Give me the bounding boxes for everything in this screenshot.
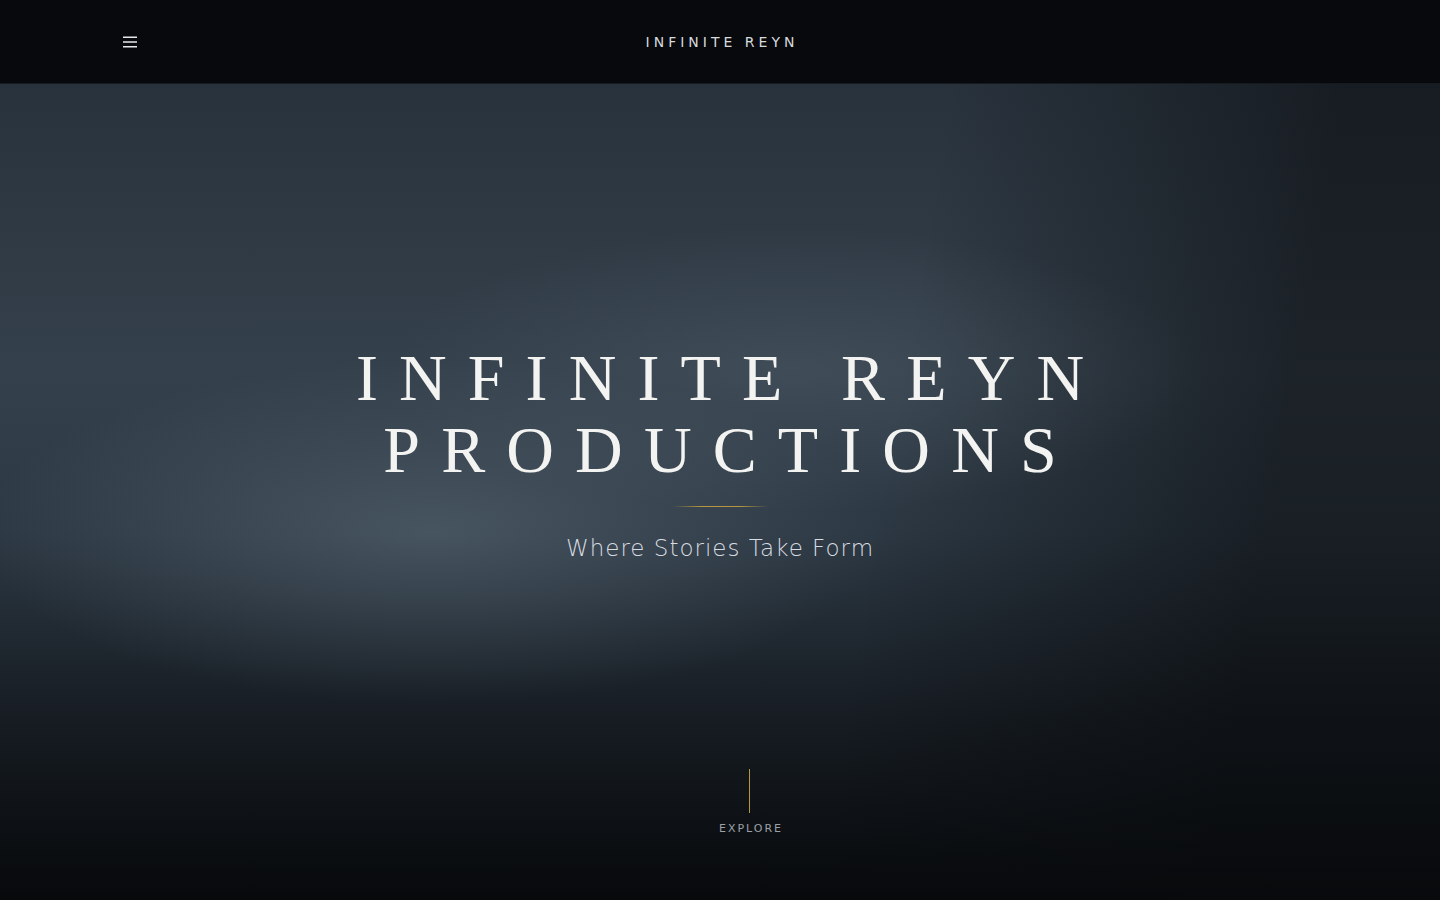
hamburger-icon [122, 36, 138, 48]
header: INFINITE REYN [0, 0, 1440, 84]
brand[interactable]: INFINITE REYN [642, 34, 799, 50]
menu-button[interactable] [120, 32, 140, 52]
hero-title: INFINITE REYNPRODUCTIONS [335, 342, 1105, 486]
page: INFINITE REYNINFINITE REYNPRODUCTIONSWhe… [0, 0, 1440, 900]
hero-subtitle: Where Stories Take Form [566, 533, 874, 563]
scroll-label: EXPLORE [717, 822, 783, 836]
hero-title-line: INFINITE REYN [335, 342, 1105, 414]
hero: INFINITE REYNPRODUCTIONS Where Stories Ta… [0, 84, 1440, 900]
scroll-indicator[interactable]: EXPLORE [717, 769, 783, 836]
hero-title-line: PRODUCTIONS [362, 414, 1078, 486]
divider [673, 506, 768, 507]
scroll-line [749, 769, 750, 813]
